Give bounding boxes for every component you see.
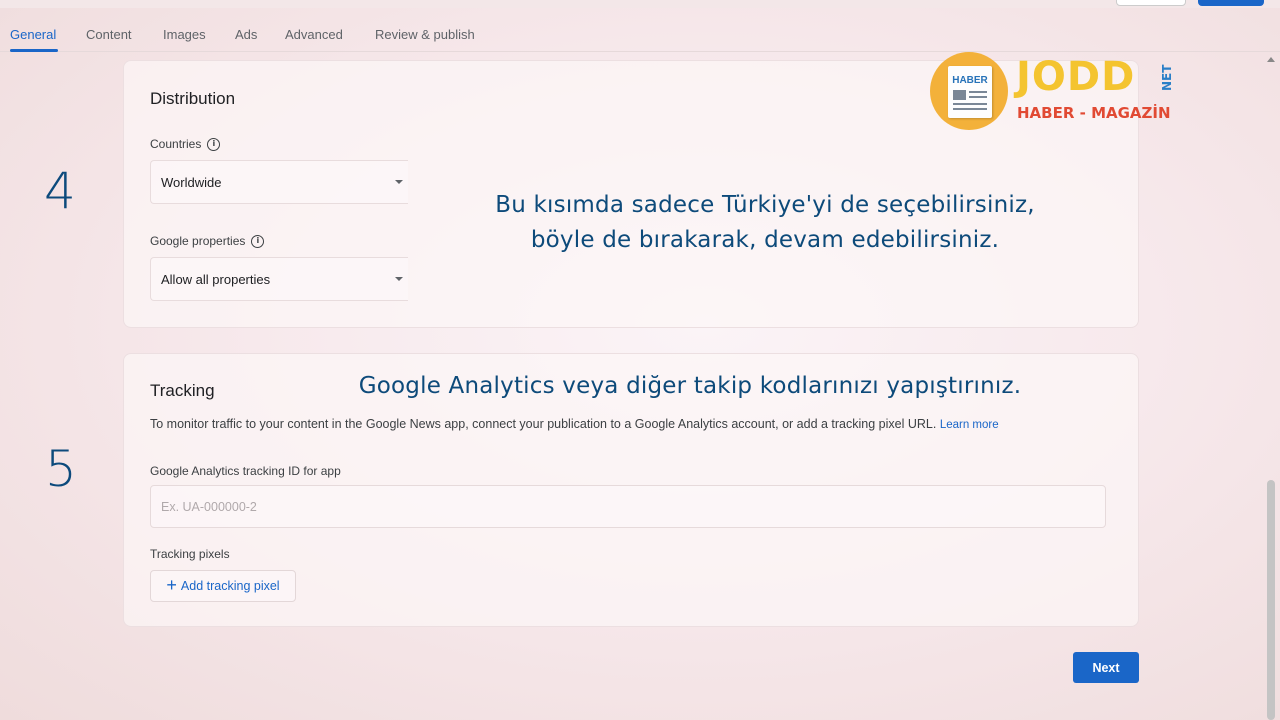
tracking-pixels-label: Tracking pixels xyxy=(150,547,230,561)
distribution-note-line2: böyle de bırakarak, devam edebilirsiniz. xyxy=(530,227,1000,253)
google-properties-value: Allow all properties xyxy=(161,271,271,287)
countries-label-row: Countries i xyxy=(150,137,221,151)
properties-label-row: Google properties i xyxy=(150,234,265,248)
add-tracking-pixel-button[interactable]: + Add tracking pixel xyxy=(150,570,296,602)
header-secondary-button[interactable] xyxy=(1116,0,1186,6)
countries-value: Worldwide xyxy=(161,174,222,190)
tracking-note: Google Analytics veya diğer takip kodlar… xyxy=(358,373,1022,399)
tab-advanced[interactable]: Advanced xyxy=(285,27,343,42)
google-properties-select[interactable]: Allow all properties xyxy=(150,257,408,301)
tab-content[interactable]: Content xyxy=(86,27,132,42)
tab-review-publish[interactable]: Review & publish xyxy=(375,27,475,42)
tab-bar: General Content Images Ads Advanced Revi… xyxy=(0,18,1280,52)
plus-icon: + xyxy=(166,575,177,595)
active-tab-indicator xyxy=(10,49,58,52)
learn-more-link[interactable]: Learn more xyxy=(940,419,999,431)
countries-label: Countries xyxy=(150,137,202,151)
header-primary-button[interactable] xyxy=(1198,0,1264,6)
tab-general[interactable]: General xyxy=(10,27,56,42)
google-properties-label: Google properties xyxy=(150,234,246,248)
next-button[interactable]: Next xyxy=(1073,652,1139,683)
tab-images[interactable]: Images xyxy=(163,27,206,42)
logo-brand-text: JODD xyxy=(1016,54,1136,100)
tracking-title: Tracking xyxy=(150,381,215,400)
dropdown-caret-icon xyxy=(395,180,403,184)
logo-paper-text: HABER xyxy=(952,75,988,86)
vertical-scrollbar[interactable] xyxy=(1266,52,1276,720)
logo-net-text: NET xyxy=(1160,64,1174,92)
tracking-description: To monitor traffic to your content in th… xyxy=(150,417,999,431)
distribution-title: Distribution xyxy=(150,89,236,108)
step-number-5: 5 xyxy=(45,440,77,498)
newspaper-icon: HABER xyxy=(948,66,992,118)
info-icon[interactable]: i xyxy=(251,234,265,248)
add-tracking-pixel-label: Add tracking pixel xyxy=(180,579,280,593)
distribution-note-line1: Bu kısımda sadece Türkiye'yi de seçebili… xyxy=(495,192,1035,218)
analytics-id-label: Google Analytics tracking ID for app xyxy=(150,464,341,478)
newspaper-lines-icon xyxy=(953,90,987,110)
dropdown-caret-icon xyxy=(395,277,403,281)
analytics-id-input[interactable] xyxy=(150,485,1106,528)
jodd-logo: HABER JODD NET HABER - MAGAZİN xyxy=(930,52,1182,132)
step-number-4: 4 xyxy=(44,162,76,220)
scroll-up-arrow-icon[interactable] xyxy=(1267,57,1275,62)
scrollbar-thumb[interactable] xyxy=(1267,480,1275,720)
logo-circle: HABER xyxy=(930,52,1008,130)
top-header-strip xyxy=(0,0,1280,8)
tracking-description-text: To monitor traffic to your content in th… xyxy=(150,417,937,431)
logo-tagline: HABER - MAGAZİN xyxy=(1017,104,1171,122)
countries-select[interactable]: Worldwide xyxy=(150,160,408,204)
info-icon[interactable]: i xyxy=(207,137,221,151)
tab-ads[interactable]: Ads xyxy=(235,27,257,42)
